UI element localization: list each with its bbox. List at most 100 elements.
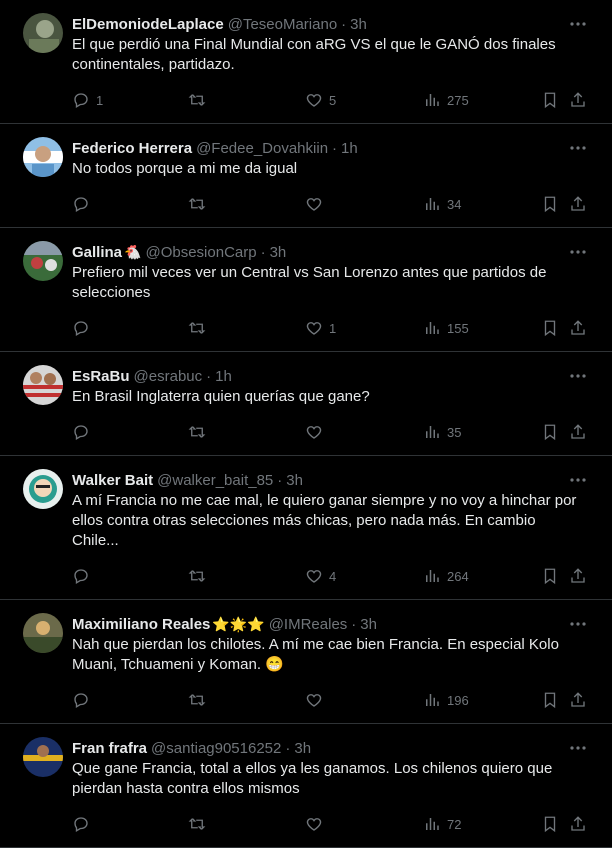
views-button[interactable]: 196 bbox=[423, 691, 469, 709]
tweet-actions: 34 bbox=[72, 185, 596, 227]
user-name[interactable]: EsRaBu bbox=[72, 368, 130, 385]
reply-icon bbox=[74, 693, 88, 708]
reply-tweet[interactable]: Walker Bait @walker_bait_85 · 3h A mí Fr… bbox=[0, 456, 612, 600]
views-button[interactable]: 35 bbox=[423, 423, 461, 441]
retweet-button[interactable] bbox=[188, 91, 206, 109]
timestamp[interactable]: 3h bbox=[294, 740, 311, 757]
like-button[interactable]: 4 bbox=[305, 567, 336, 585]
reply-tweet[interactable]: Gallina 🐔 @ObsesionCarp · 3h Prefiero mi… bbox=[0, 228, 612, 352]
retweet-button[interactable] bbox=[188, 423, 206, 441]
like-button[interactable] bbox=[305, 691, 323, 709]
retweet-icon bbox=[188, 570, 206, 582]
views-icon bbox=[426, 694, 439, 706]
like-button[interactable] bbox=[305, 423, 323, 441]
more-icon[interactable] bbox=[568, 738, 588, 758]
more-icon[interactable] bbox=[568, 138, 588, 158]
views-count: 34 bbox=[447, 196, 462, 212]
like-button[interactable] bbox=[305, 195, 323, 213]
reply-tweet[interactable]: EsRaBu @esrabuc · 1h En Brasil Inglaterr… bbox=[0, 352, 612, 456]
avatar[interactable] bbox=[23, 13, 63, 53]
user-name[interactable]: Maximiliano Reales bbox=[72, 616, 210, 633]
more-icon[interactable] bbox=[568, 614, 588, 634]
retweet-button[interactable] bbox=[188, 691, 206, 709]
reply-button[interactable] bbox=[72, 319, 90, 337]
reply-tweet[interactable]: Fran frafra @santiag90516252 · 3h Que ga… bbox=[0, 724, 612, 848]
bookmark-button[interactable] bbox=[541, 567, 559, 585]
tweet-header: ElDemoniodeLaplace @TeseoMariano · 3h bbox=[72, 14, 596, 34]
like-button[interactable] bbox=[305, 815, 323, 833]
retweet-button[interactable] bbox=[188, 319, 206, 337]
bookmark-button[interactable] bbox=[541, 195, 559, 213]
retweet-button[interactable] bbox=[188, 815, 206, 833]
user-handle[interactable]: @Fedee_Dovahkiin bbox=[196, 140, 328, 157]
share-button[interactable] bbox=[569, 195, 587, 213]
user-handle[interactable]: @ObsesionCarp bbox=[145, 244, 256, 261]
share-button[interactable] bbox=[569, 815, 587, 833]
more-icon[interactable] bbox=[568, 242, 588, 262]
retweet-icon bbox=[188, 94, 206, 106]
like-icon bbox=[306, 426, 322, 439]
timestamp[interactable]: 1h bbox=[215, 368, 232, 385]
reply-tweet[interactable]: Federico Herrera @Fedee_Dovahkiin · 1h N… bbox=[0, 124, 612, 228]
share-button[interactable] bbox=[569, 567, 587, 585]
retweet-icon bbox=[188, 198, 206, 210]
user-name[interactable]: Federico Herrera bbox=[72, 140, 192, 157]
avatar[interactable] bbox=[23, 469, 63, 509]
avatar[interactable] bbox=[23, 365, 63, 405]
share-button[interactable] bbox=[569, 691, 587, 709]
more-icon[interactable] bbox=[568, 14, 588, 34]
user-handle[interactable]: @santiag90516252 bbox=[151, 740, 281, 757]
timestamp[interactable]: 3h bbox=[286, 472, 303, 489]
share-button[interactable] bbox=[569, 319, 587, 337]
user-handle[interactable]: @TeseoMariano bbox=[228, 16, 337, 33]
views-count: 72 bbox=[447, 816, 462, 832]
user-handle[interactable]: @IMReales bbox=[269, 616, 348, 633]
reply-button[interactable] bbox=[72, 815, 90, 833]
user-handle[interactable]: @walker_bait_85 bbox=[157, 472, 273, 489]
views-button[interactable]: 275 bbox=[423, 91, 469, 109]
views-button[interactable]: 155 bbox=[423, 319, 469, 337]
tweet-header: EsRaBu @esrabuc · 1h bbox=[72, 366, 596, 386]
user-name[interactable]: ElDemoniodeLaplace bbox=[72, 16, 224, 33]
bookmark-button[interactable] bbox=[541, 91, 559, 109]
user-name[interactable]: Walker Bait bbox=[72, 472, 153, 489]
user-handle[interactable]: @esrabuc bbox=[134, 368, 203, 385]
avatar[interactable] bbox=[23, 737, 63, 777]
avatar[interactable] bbox=[23, 613, 63, 653]
retweet-button[interactable] bbox=[188, 195, 206, 213]
reply-tweet[interactable]: ElDemoniodeLaplace @TeseoMariano · 3h El… bbox=[0, 0, 612, 124]
timestamp[interactable]: 3h bbox=[360, 616, 377, 633]
retweet-button[interactable] bbox=[188, 567, 206, 585]
tweet-text: Nah que pierdan los chilotes. A mí me ca… bbox=[72, 636, 559, 673]
share-button[interactable] bbox=[569, 423, 587, 441]
avatar[interactable] bbox=[23, 137, 63, 177]
bookmark-button[interactable] bbox=[541, 691, 559, 709]
reply-button[interactable] bbox=[72, 691, 90, 709]
bookmark-button[interactable] bbox=[541, 815, 559, 833]
like-button[interactable]: 5 bbox=[305, 91, 336, 109]
reply-tweet[interactable]: Maximiliano Reales ⭐🌟⭐ @IMReales · 3h Na… bbox=[0, 600, 612, 724]
reply-button[interactable] bbox=[72, 423, 90, 441]
bookmark-button[interactable] bbox=[541, 319, 559, 337]
bookmark-icon bbox=[544, 424, 556, 441]
more-icon[interactable] bbox=[568, 470, 588, 490]
timestamp[interactable]: 1h bbox=[341, 140, 358, 157]
user-name[interactable]: Fran frafra bbox=[72, 740, 147, 757]
reply-icon bbox=[74, 197, 88, 212]
views-button[interactable]: 34 bbox=[423, 195, 461, 213]
timestamp[interactable]: 3h bbox=[270, 244, 287, 261]
reply-button[interactable]: 1 bbox=[72, 91, 103, 109]
views-button[interactable]: 72 bbox=[423, 815, 461, 833]
like-button[interactable]: 1 bbox=[305, 319, 336, 337]
bookmark-button[interactable] bbox=[541, 423, 559, 441]
separator-dot: · bbox=[260, 243, 266, 261]
views-button[interactable]: 264 bbox=[423, 567, 469, 585]
more-icon[interactable] bbox=[568, 366, 588, 386]
views-count: 196 bbox=[447, 692, 469, 708]
reply-button[interactable] bbox=[72, 195, 90, 213]
timestamp[interactable]: 3h bbox=[350, 16, 367, 33]
share-button[interactable] bbox=[569, 91, 587, 109]
user-name[interactable]: Gallina bbox=[72, 244, 122, 261]
reply-button[interactable] bbox=[72, 567, 90, 585]
avatar[interactable] bbox=[23, 241, 63, 281]
